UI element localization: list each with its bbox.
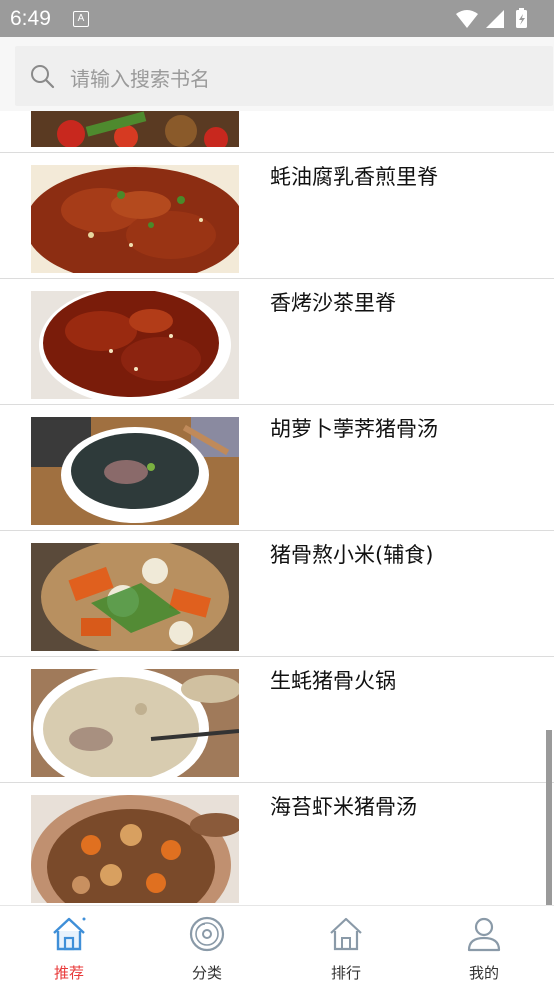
bottom-tab-bar: 推荐 分类 排行 我的 (0, 905, 554, 984)
search-bar: 请输入搜索书名 (0, 37, 554, 111)
disc-icon (189, 916, 225, 952)
tab-ranking[interactable]: 排行 (277, 906, 415, 985)
tab-recommend[interactable]: 推荐 (0, 906, 138, 985)
recipe-thumbnail (31, 291, 239, 399)
list-item[interactable]: 香烤沙茶里脊 (0, 279, 554, 405)
status-icons (454, 8, 544, 28)
recipe-list[interactable]: 蚝油腐乳香煎里脊 香烤沙茶里脊 胡萝卜荸荠猪骨汤 猪骨熬小米(辅食) 生蚝猪骨火… (0, 111, 554, 905)
recipe-thumbnail (31, 669, 239, 777)
search-icon (31, 65, 55, 89)
tab-label: 分类 (191, 964, 222, 982)
app-notification-icon: A (73, 11, 89, 27)
search-placeholder: 请输入搜索书名 (70, 67, 210, 91)
scrollbar[interactable] (546, 730, 552, 905)
recipe-title: 蚝油腐乳香煎里脊 (270, 165, 438, 189)
recipe-thumbnail (31, 165, 239, 273)
list-item[interactable] (0, 111, 554, 153)
recipe-thumbnail (31, 795, 239, 903)
recipe-title: 猪骨熬小米(辅食) (270, 543, 434, 567)
recipe-thumbnail (31, 111, 239, 147)
recipe-thumbnail (31, 543, 239, 651)
recipe-title: 香烤沙茶里脊 (270, 291, 396, 315)
list-item[interactable]: 猪骨熬小米(辅食) (0, 531, 554, 657)
tab-label: 排行 (330, 964, 361, 982)
list-item[interactable]: 海苔虾米猪骨汤 (0, 783, 554, 905)
user-icon (467, 917, 501, 952)
list-item[interactable]: 蚝油腐乳香煎里脊 (0, 153, 554, 279)
status-time: 6:49 (10, 7, 51, 30)
tab-category[interactable]: 分类 (138, 906, 276, 985)
status-bar: 6:49 A (0, 0, 554, 37)
recipe-title: 胡萝卜荸荠猪骨汤 (270, 417, 438, 441)
tab-label: 推荐 (53, 964, 84, 982)
home-icon (53, 917, 86, 951)
search-input[interactable]: 请输入搜索书名 (15, 46, 553, 106)
recipe-title: 生蚝猪骨火锅 (270, 669, 396, 693)
list-item[interactable]: 生蚝猪骨火锅 (0, 657, 554, 783)
recipe-title: 海苔虾米猪骨汤 (270, 795, 417, 819)
signal-icon (486, 10, 504, 28)
recipe-thumbnail (31, 417, 239, 525)
home-outline-icon (330, 917, 362, 951)
list-item[interactable]: 胡萝卜荸荠猪骨汤 (0, 405, 554, 531)
tab-mine[interactable]: 我的 (415, 906, 553, 985)
wifi-icon (456, 10, 478, 28)
tab-label: 我的 (468, 964, 499, 982)
